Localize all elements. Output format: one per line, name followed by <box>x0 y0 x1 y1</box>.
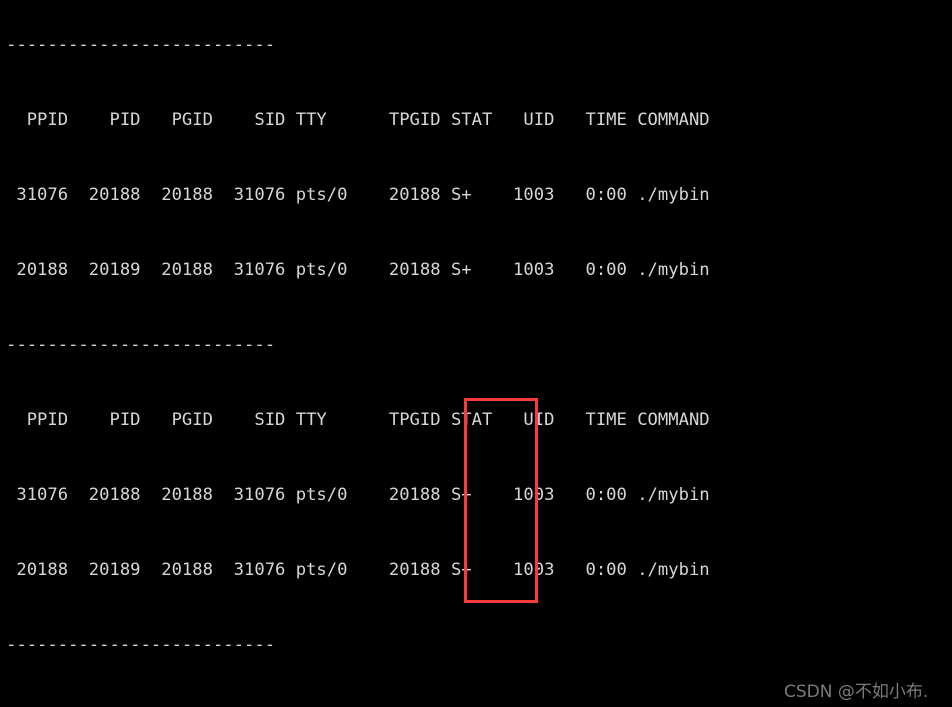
ps-process-row: 31076 20188 20188 31076 pts/0 20188 S+ 1… <box>6 185 710 205</box>
ps-header-line: PPID PID PGID SID TTY TPGID STAT UID TIM… <box>6 410 710 430</box>
terminal-window[interactable]: -------------------------- PPID PID PGID… <box>0 0 952 707</box>
ps-process-row: 20188 20189 20188 31076 pts/0 20188 S+ 1… <box>6 260 710 280</box>
separator-line: -------------------------- <box>6 635 276 655</box>
ps-process-row: 20188 20189 20188 31076 pts/0 20188 S+ 1… <box>6 560 710 580</box>
separator-line: -------------------------- <box>6 335 276 355</box>
separator-line: -------------------------- <box>6 35 276 55</box>
terminal-output: -------------------------- PPID PID PGID… <box>6 0 813 707</box>
ps-process-row: 31076 20188 20188 31076 pts/0 20188 S+ 1… <box>6 485 710 505</box>
ps-header-line: PPID PID PGID SID TTY TPGID STAT UID TIM… <box>6 110 710 130</box>
